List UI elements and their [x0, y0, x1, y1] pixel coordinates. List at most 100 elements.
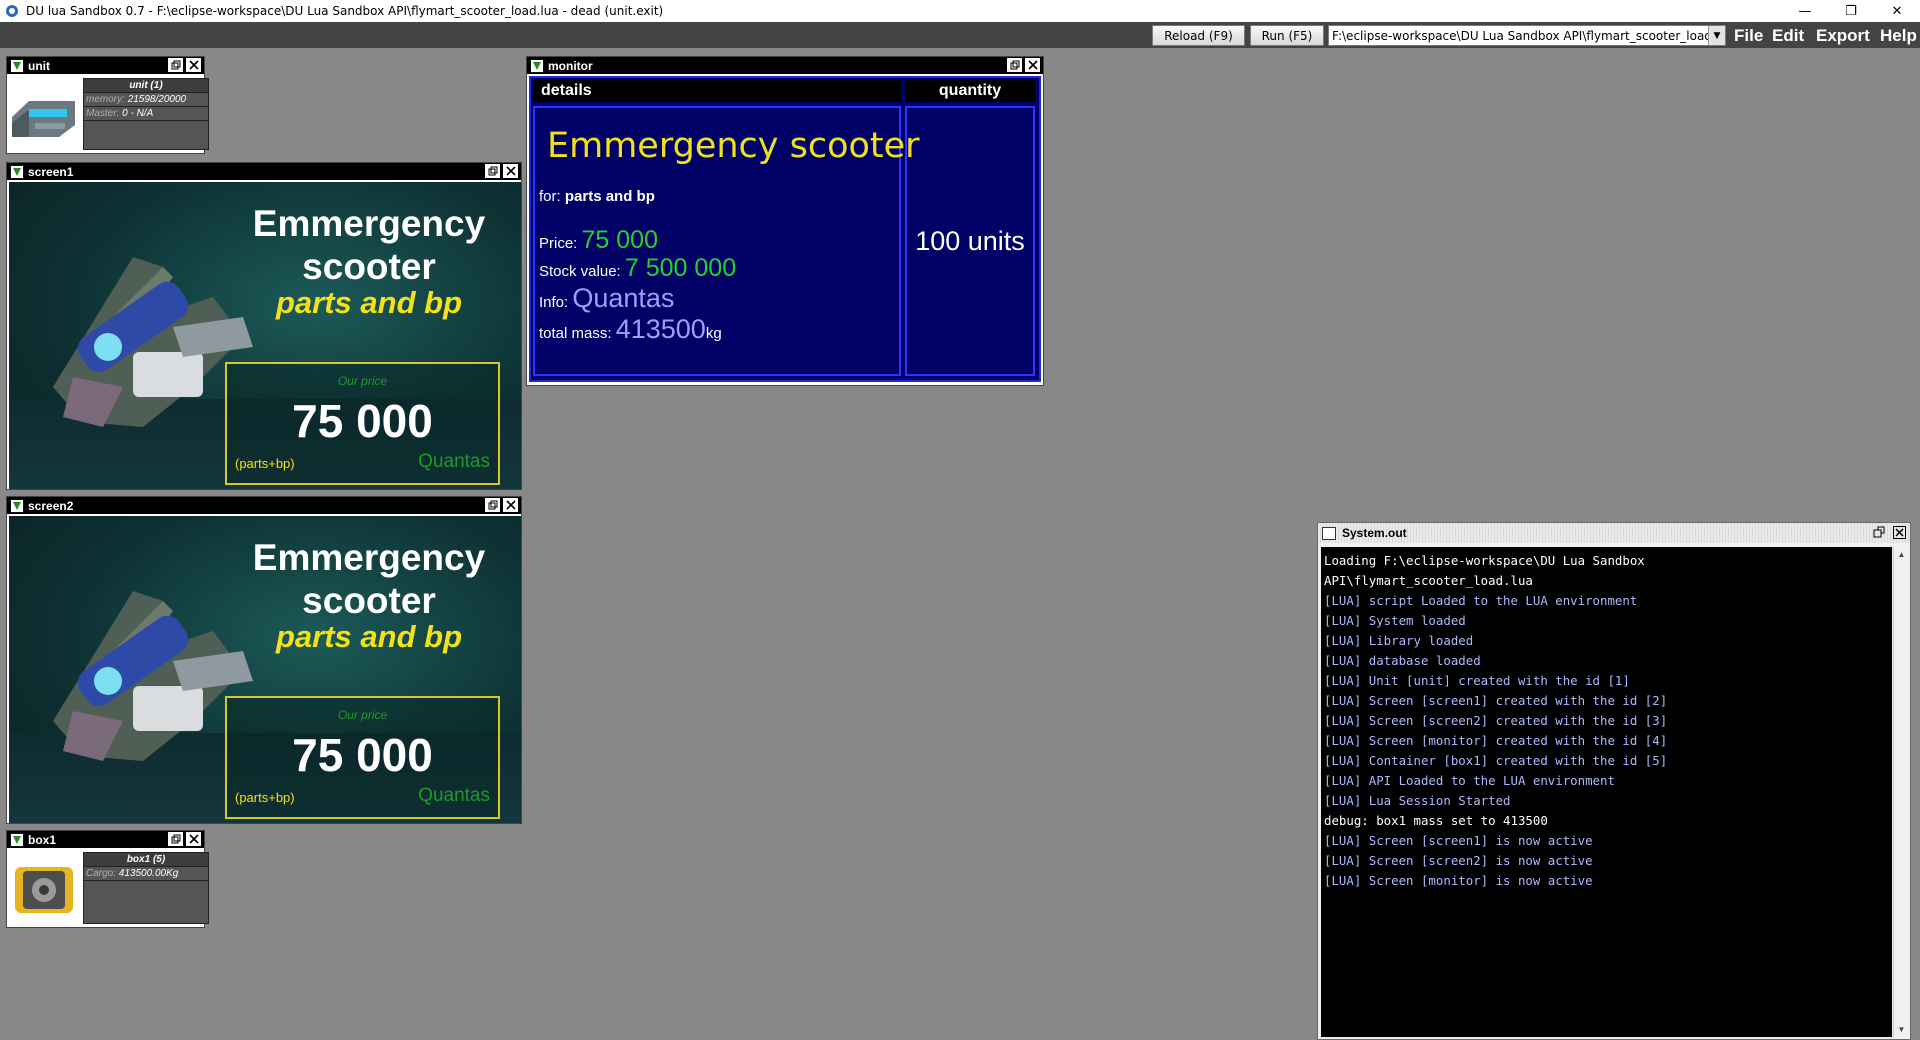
unit-frame-title: unit [28, 58, 50, 73]
console-line: [LUA] Screen [monitor] is now active [1324, 873, 1593, 888]
mass-line: total mass: 413500kg [539, 314, 722, 345]
restore-icon[interactable] [485, 164, 500, 178]
box1-frame-title: box1 [28, 832, 57, 847]
screen1-display: Emmergency scooter parts and bp Our pric… [9, 182, 521, 489]
window-titlebar: DU lua Sandbox 0.7 - F:\eclipse-workspac… [0, 0, 1920, 22]
frame-logo-icon [10, 58, 24, 73]
monitor-frame-header[interactable]: monitor [527, 57, 1043, 74]
console-output[interactable]: Loading F:\eclipse-workspace\DU Lua Sand… [1321, 547, 1892, 1037]
console-line: [LUA] Screen [monitor] created with the … [1324, 733, 1668, 748]
script-path-value: F:\eclipse-workspace\DU Lua Sandbox API\… [1332, 28, 1724, 43]
unit-frame-header[interactable]: unit [7, 57, 204, 74]
scroll-down-icon[interactable]: ▼ [1894, 1022, 1909, 1037]
unit-image [9, 79, 79, 149]
quantity-column-header: quantity [905, 80, 1035, 102]
our-price-label: Our price [337, 708, 388, 722]
screen2-frame: screen2 Emmergency scooter parts and bp … [6, 496, 522, 824]
product-name: Emmergency scooter [547, 126, 920, 166]
console-line: Loading F:\eclipse-workspace\DU Lua Sand… [1324, 553, 1645, 568]
chevron-down-icon[interactable]: ▼ [1708, 26, 1725, 45]
for-line: for: parts and bp [539, 188, 655, 205]
console-line: [LUA] Container [box1] created with the … [1324, 753, 1668, 768]
restore-icon[interactable] [485, 498, 500, 512]
price-value: 75 000 [581, 226, 658, 254]
info-key: Master: [86, 108, 120, 119]
currency-label: Quantas [418, 451, 490, 472]
info-key: Cargo: [86, 868, 117, 879]
minimize-button[interactable]: — [1782, 0, 1828, 22]
stock-value: 7 500 000 [624, 254, 737, 282]
console-line: [LUA] Screen [screen1] created with the … [1324, 693, 1668, 708]
close-icon[interactable] [1025, 58, 1040, 72]
close-icon[interactable] [186, 832, 201, 846]
close-window-button[interactable]: ✕ [1874, 0, 1920, 22]
details-column-header: details [533, 80, 901, 102]
restore-icon[interactable] [168, 832, 183, 846]
run-button[interactable]: Run (F5) [1250, 25, 1324, 46]
stock-label: Stock value: [539, 263, 621, 280]
screen2-frame-header[interactable]: screen2 [7, 497, 521, 514]
console-scrollbar[interactable]: ▲ ▼ [1893, 547, 1908, 1037]
frame-logo-icon [10, 498, 24, 513]
system-out-title: System.out [1342, 526, 1407, 540]
unit-info-header: unit (1) [84, 79, 208, 93]
scroll-up-icon[interactable]: ▲ [1894, 547, 1909, 562]
menu-edit[interactable]: Edit [1772, 26, 1804, 46]
close-icon[interactable] [186, 58, 201, 72]
restore-icon[interactable] [1873, 526, 1885, 542]
quantity-cell: 100 units [905, 106, 1035, 376]
screen-title-line2: scooter [302, 246, 436, 287]
frame-logo-icon [10, 832, 24, 847]
window-icon [1322, 526, 1336, 540]
screen1-frame-title: screen1 [28, 164, 74, 179]
price-value: 75 000 [292, 729, 433, 781]
info-key: memory: [86, 94, 125, 105]
info-line: Info: Quantas [539, 283, 674, 314]
price-line: Price: 75 000 [539, 226, 658, 255]
app-icon [6, 5, 18, 17]
close-icon[interactable] [503, 164, 518, 178]
close-icon[interactable] [1893, 526, 1906, 542]
box1-frame: box1 box1 (5) Cargo: 413500.00Kg [6, 830, 209, 928]
monitor-frame-title: monitor [548, 58, 593, 73]
menu-export[interactable]: Export [1816, 26, 1870, 46]
box1-frame-header[interactable]: box1 [7, 831, 204, 848]
screen-subtitle: parts and bp [275, 619, 462, 654]
our-price-label: Our price [337, 374, 388, 388]
system-out-header[interactable]: System.out [1318, 523, 1910, 543]
menu-help[interactable]: Help [1880, 26, 1917, 46]
screen-title-line2: scooter [302, 580, 436, 621]
menu-file[interactable]: File [1734, 26, 1763, 46]
unit-frame: unit unit (1) memory: 21598/20000 Master… [6, 56, 209, 154]
screen1-frame-header[interactable]: screen1 [7, 163, 521, 180]
mass-label: total mass: [539, 325, 612, 342]
console-line: API\flymart_scooter_load.lua [1324, 573, 1533, 588]
details-cell: Emmergency scooter for: parts and bp Pri… [533, 106, 920, 376]
screen2-display: Emmergency scooter parts and bp Our pric… [9, 516, 521, 823]
console-line: [LUA] Screen [screen2] created with the … [1324, 713, 1668, 728]
monitor-display: details quantity Emmergency scooter for:… [529, 76, 1041, 382]
restore-icon[interactable] [168, 58, 183, 72]
price-box: Our price 75 000 (parts+bp) Quantas [225, 362, 500, 485]
maximize-button[interactable]: ❐ [1828, 0, 1874, 22]
info-value: 21598/20000 [127, 94, 187, 105]
script-path-dropdown[interactable]: F:\eclipse-workspace\DU Lua Sandbox API\… [1328, 25, 1726, 46]
price-label: Price: [539, 235, 578, 252]
price-box: Our price 75 000 (parts+bp) Quantas [225, 696, 500, 819]
box1-info-header: box1 (5) [84, 853, 208, 867]
console-line: [LUA] Unit [unit] created with the id [1… [1324, 673, 1630, 688]
screen2-frame-title: screen2 [28, 498, 74, 513]
info-value: 0 - N/A [122, 108, 154, 119]
restore-icon[interactable] [1007, 58, 1022, 72]
for-value: parts and bp [564, 188, 655, 205]
frame-logo-icon [10, 164, 24, 179]
unit-memory-row: memory: 21598/20000 [84, 93, 208, 107]
info-value: 413500.00Kg [118, 868, 179, 879]
system-out-window: System.out Loading F:\eclipse-workspace\… [1317, 522, 1911, 1040]
unit-info-panel: unit (1) memory: 21598/20000 Master: 0 -… [83, 78, 209, 150]
screen1-frame: screen1 Emmergency scooter parts and bp … [6, 162, 522, 490]
container-image [9, 853, 79, 923]
reload-button[interactable]: Reload (F9) [1152, 25, 1245, 46]
close-icon[interactable] [503, 498, 518, 512]
price-value: 75 000 [292, 395, 433, 447]
